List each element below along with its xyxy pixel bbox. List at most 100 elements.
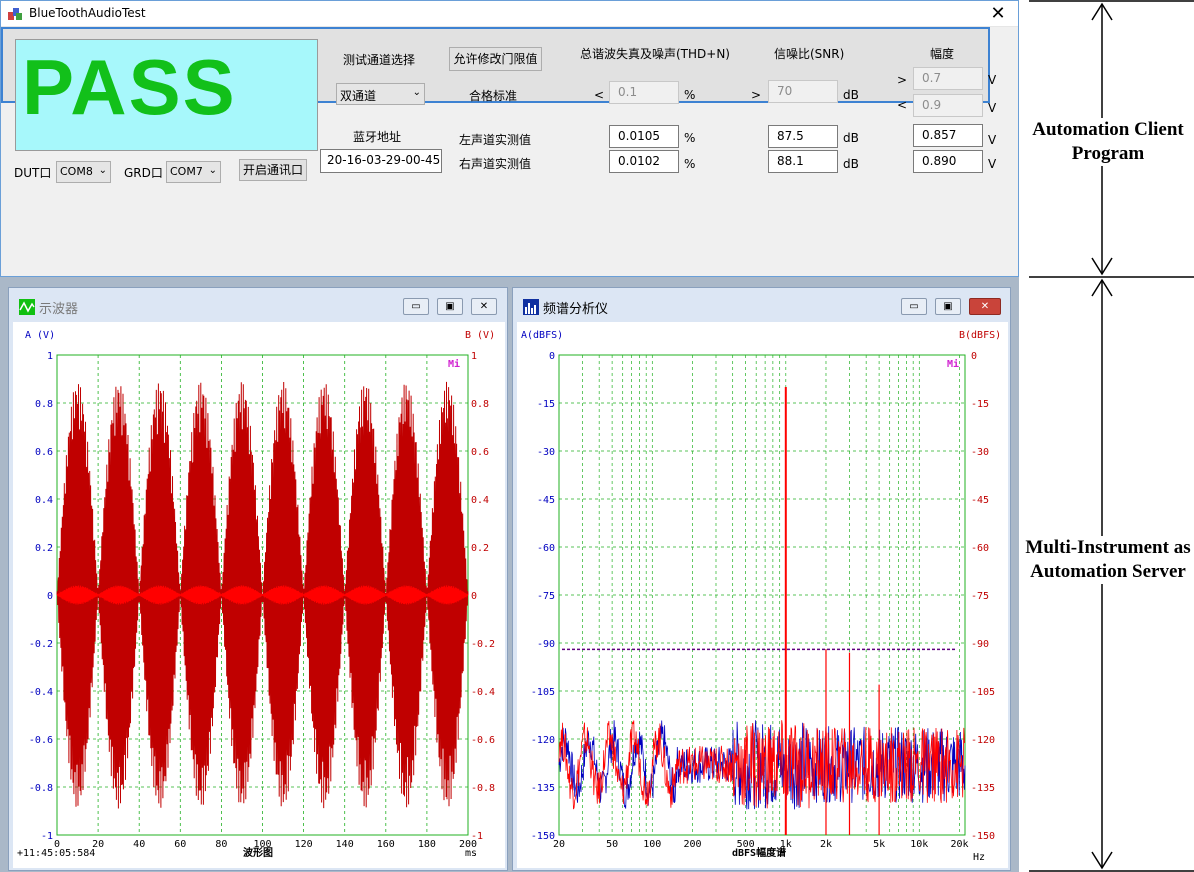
minimize-button[interactable]: ▭ xyxy=(901,298,927,315)
spectrum-analyzer-window: 频谱分析仪 ▭ ▣ ✕ A(dBFS) B(dBFS) Mi dBFS幅度谱 H… xyxy=(512,287,1011,871)
mi-badge: Mi xyxy=(448,358,460,370)
bt-address-label: 蓝牙地址 xyxy=(353,130,402,144)
amp-min-unit: V xyxy=(988,73,997,87)
right-snr-value[interactable]: 88.1 xyxy=(768,150,838,173)
y-tick-label-right: -135 xyxy=(971,783,995,794)
y-tick-label-left: 0.4 xyxy=(35,495,53,506)
snr-header: 信噪比(SNR) xyxy=(774,47,845,61)
right-amp-unit: V xyxy=(988,157,997,171)
y-axis-a-label: A(dBFS) xyxy=(521,330,563,341)
spectrum-analyzer-icon xyxy=(523,299,539,315)
y-tick-label-right: -30 xyxy=(971,447,989,458)
x-tick-label: 120 xyxy=(295,839,313,850)
amp-max-operator: < xyxy=(897,98,908,112)
y-tick-label-right: 0.6 xyxy=(471,447,489,458)
amp-max-field[interactable]: 0.9 xyxy=(913,94,983,117)
channel-value: 双通道 xyxy=(340,89,377,103)
x-tick-label: 100 xyxy=(643,839,661,850)
y-tick-label-right: -105 xyxy=(971,687,995,698)
dut-port-value: COM8 xyxy=(60,165,93,178)
x-tick-label: 160 xyxy=(377,839,395,850)
dut-port-select[interactable]: COM8 ⌄ xyxy=(56,161,111,183)
spectrum-series-1 xyxy=(558,720,966,810)
y-tick-label-right: 0.8 xyxy=(471,399,489,410)
y-tick-label-right: 0 xyxy=(471,591,477,602)
y-tick-label-left: 0 xyxy=(47,591,53,602)
x-tick-label: 20k xyxy=(950,839,968,850)
y-tick-label-right: 0 xyxy=(971,351,977,362)
x-tick-label: 100 xyxy=(253,839,271,850)
right-snr-unit: dB xyxy=(843,157,859,171)
channel-select[interactable]: 双通道 ⌄ xyxy=(336,83,425,105)
mi-badge: Mi xyxy=(947,358,959,370)
chevron-down-icon: ⌄ xyxy=(412,87,421,98)
x-tick-label: 500 xyxy=(737,839,755,850)
x-axis-unit: Hz xyxy=(973,852,985,863)
spectrum-analyzer-title: 频谱分析仪 xyxy=(543,302,609,317)
y-tick-label-right: -0.8 xyxy=(471,783,495,794)
y-tick-label-left: -0.4 xyxy=(29,687,53,698)
y-tick-label-left: 0.6 xyxy=(35,447,53,458)
close-button[interactable]: ✕ xyxy=(986,3,1010,24)
thd-limit-field[interactable]: 0.1 xyxy=(609,81,679,104)
x-tick-label: 180 xyxy=(418,839,436,850)
y-axis-a-label: A (V) xyxy=(25,330,55,341)
y-tick-label-left: -15 xyxy=(537,399,555,410)
left-amp-value[interactable]: 0.857 xyxy=(913,124,983,147)
y-tick-label-right: 0.2 xyxy=(471,543,489,554)
app-icon xyxy=(8,8,22,20)
chevron-down-icon: ⌄ xyxy=(98,165,107,176)
amp-max-unit: V xyxy=(988,101,997,115)
oscilloscope-plot: A (V) B (V) Mi +11:45:05:584 波形图 ms 0 20 4… xyxy=(13,322,505,868)
close-button[interactable]: ✕ xyxy=(969,298,1001,315)
right-thd-value[interactable]: 0.0102 xyxy=(609,150,679,173)
snr-limit-field[interactable]: 70 xyxy=(768,80,838,103)
y-tick-label-right: -90 xyxy=(971,639,989,650)
left-channel-label: 左声道实测值 xyxy=(459,133,532,147)
y-tick-label-left: 1 xyxy=(47,351,53,362)
snr-unit: dB xyxy=(843,88,859,102)
x-tick-label: 10k xyxy=(910,839,928,850)
y-axis-b-label: B(dBFS) xyxy=(959,330,1001,341)
amplitude-header: 幅度 xyxy=(930,47,955,61)
y-tick-label-left: -45 xyxy=(537,495,555,506)
y-tick-label-left: -30 xyxy=(537,447,555,458)
y-tick-label-right: -0.2 xyxy=(471,639,495,650)
maximize-button[interactable]: ▣ xyxy=(935,298,961,315)
right-amp-value[interactable]: 0.890 xyxy=(913,150,983,173)
amp-min-field[interactable]: 0.7 xyxy=(913,67,983,90)
maximize-button[interactable]: ▣ xyxy=(437,298,463,315)
result-display: PASS xyxy=(15,39,318,151)
allow-edit-limits-button[interactable]: 允许修改门限值 xyxy=(449,47,542,71)
grd-port-value: COM7 xyxy=(170,165,203,178)
result-text: PASS xyxy=(22,43,237,131)
y-tick-label-left: -1 xyxy=(41,831,53,842)
left-thd-value[interactable]: 0.0105 xyxy=(609,125,679,148)
grd-port-select[interactable]: COM7 ⌄ xyxy=(166,161,221,183)
y-tick-label-left: -0.8 xyxy=(29,783,53,794)
oscilloscope-window: 示波器 ▭ ▣ ✕ A (V) B (V) Mi +11:45:05:584 波… xyxy=(8,287,508,871)
dut-port-label: DUT口 xyxy=(14,166,52,180)
thd-unit: % xyxy=(684,88,696,102)
close-button[interactable]: ✕ xyxy=(471,298,497,315)
title-bar: BlueToothAudioTest ✕ xyxy=(1,1,1018,27)
bt-address-field[interactable]: 20-16-03-29-00-45 xyxy=(320,149,442,173)
oscilloscope-title: 示波器 xyxy=(39,302,79,317)
open-port-button[interactable]: 开启通讯口 xyxy=(239,159,307,181)
y-tick-label-left: -120 xyxy=(531,735,555,746)
y-tick-label-right: -1 xyxy=(471,831,483,842)
x-tick-label: 140 xyxy=(336,839,354,850)
channel-label: 测试通道选择 xyxy=(343,53,416,67)
left-snr-unit: dB xyxy=(843,131,859,145)
left-snr-value[interactable]: 87.5 xyxy=(768,125,838,148)
minimize-button[interactable]: ▭ xyxy=(403,298,429,315)
y-tick-label-right: 0.4 xyxy=(471,495,489,506)
y-tick-label-left: -150 xyxy=(531,831,555,842)
y-tick-label-left: -0.6 xyxy=(29,735,53,746)
x-tick-label: 50 xyxy=(606,839,618,850)
client-annotation: Automation Client Program xyxy=(1022,118,1194,166)
thd-header: 总谐波失真及噪声(THD+N) xyxy=(580,47,730,61)
x-tick-label: 0 xyxy=(54,839,60,850)
y-tick-label-left: 0.2 xyxy=(35,543,53,554)
spectrum-plot: A(dBFS) B(dBFS) Mi dBFS幅度谱 Hz 20 50 100 200… xyxy=(517,322,1008,868)
